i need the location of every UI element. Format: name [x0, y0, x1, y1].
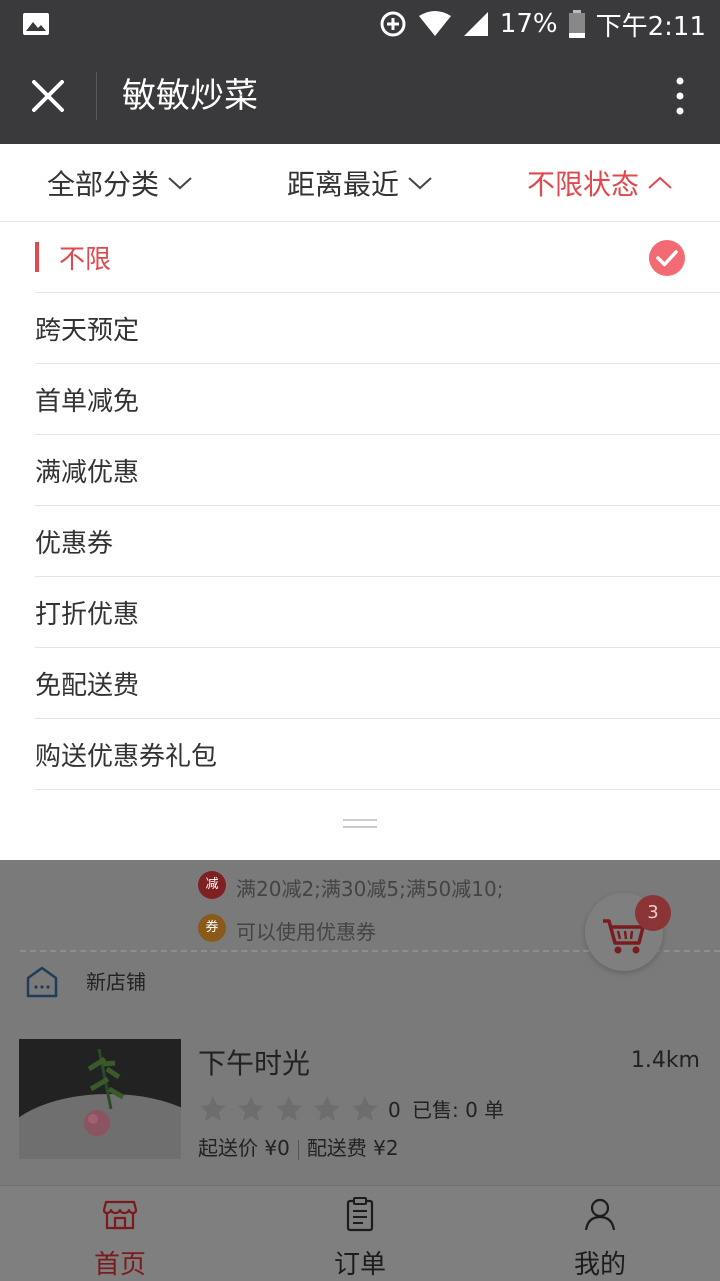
- tab-home-label: 首页: [93, 1250, 146, 1280]
- store-front-icon: [102, 1200, 138, 1230]
- option-full-reduction[interactable]: 满减优惠: [35, 435, 720, 506]
- tab-profile-label: 我的: [573, 1250, 626, 1280]
- option-label: 免配送费: [35, 670, 140, 701]
- rating-stars: [198, 1094, 380, 1124]
- option-first-order-discount[interactable]: 首单减免: [35, 364, 720, 435]
- option-label: 购送优惠券礼包: [35, 741, 218, 772]
- fee-separator: [297, 1139, 299, 1160]
- handle-line: [343, 819, 377, 821]
- option-label: 打折优惠: [35, 599, 140, 630]
- option-label: 满减优惠: [35, 457, 140, 488]
- discount-badge: 减: [198, 871, 226, 899]
- shop-name[interactable]: 下午时光: [198, 1042, 310, 1082]
- chevron-down-icon: [408, 176, 432, 189]
- filter-bar: 全部分类 距离最近 不限状态: [0, 144, 720, 222]
- wifi-icon: [418, 11, 451, 36]
- status-bar: 17% 下午2:11: [0, 0, 720, 48]
- close-icon[interactable]: [28, 76, 68, 116]
- tab-home[interactable]: 首页: [0, 1186, 240, 1281]
- cell-signal-icon: [463, 12, 488, 36]
- star-icon: [314, 1096, 340, 1121]
- dropdown-drag-handle[interactable]: [0, 792, 720, 860]
- option-label: 跨天预定: [35, 315, 140, 346]
- tab-orders[interactable]: 订单: [240, 1186, 480, 1281]
- data-saver-icon: [380, 11, 406, 37]
- nav-bar: 敏敏炒菜: [0, 48, 720, 144]
- coupon-badge: 券: [198, 914, 226, 942]
- shop-image[interactable]: [19, 1039, 181, 1159]
- status-options-list: 不限 跨天预定 首单减免 满减优惠 优惠券 打折优惠 免配送费 购送优惠券礼包: [0, 222, 720, 790]
- star-icon: [352, 1096, 378, 1121]
- option-coupon[interactable]: 优惠券: [35, 506, 720, 577]
- sold-count: 已售: 0 单: [412, 1098, 505, 1122]
- option-label: 不限: [59, 244, 112, 275]
- option-free-delivery[interactable]: 免配送费: [35, 648, 720, 719]
- filter-distance[interactable]: 距离最近: [287, 144, 433, 221]
- store-section-label: 新店铺: [86, 970, 146, 994]
- promo-discount-text: 满20减2;满30减5;满50减10;: [236, 877, 504, 901]
- battery-percent: 17%: [499, 9, 558, 39]
- nav-divider: [96, 72, 97, 120]
- star-icon: [276, 1096, 302, 1121]
- more-icon[interactable]: [670, 76, 690, 116]
- option-label: 首单减免: [35, 386, 140, 417]
- status-bar-right: 17% 下午2:11: [378, 0, 706, 48]
- option-unlimited[interactable]: 不限: [35, 222, 720, 293]
- clock: 下午2:11: [595, 11, 706, 42]
- chevron-down-icon: [168, 176, 192, 189]
- tab-bar: 首页 订单 我的: [0, 1185, 720, 1281]
- filter-category[interactable]: 全部分类: [47, 144, 193, 221]
- filter-status-label: 不限状态: [527, 167, 640, 201]
- battery-icon: [568, 10, 585, 38]
- shop-fees: 起送价 ¥0 配送费 ¥2: [198, 1132, 399, 1161]
- filter-distance-label: 距离最近: [287, 167, 400, 201]
- star-icon: [200, 1096, 226, 1121]
- option-cross-day-booking[interactable]: 跨天预定: [35, 293, 720, 364]
- cart-count-badge: 3: [635, 895, 671, 931]
- rating-score: 0: [388, 1098, 401, 1122]
- tab-profile[interactable]: 我的: [480, 1186, 720, 1281]
- min-order: 起送价 ¥0: [198, 1136, 290, 1160]
- option-label: 优惠券: [35, 528, 114, 559]
- handle-line: [343, 826, 377, 828]
- tab-orders-label: 订单: [333, 1250, 386, 1280]
- shop-photo: [19, 1039, 181, 1159]
- filter-status[interactable]: 不限状态: [527, 144, 673, 221]
- filter-category-label: 全部分类: [47, 167, 160, 201]
- selected-indicator: [35, 242, 39, 272]
- image-notification-icon: [23, 13, 49, 35]
- promo-coupon-text: 可以使用优惠券: [236, 920, 376, 944]
- delivery-fee: 配送费 ¥2: [306, 1136, 399, 1160]
- shop-distance: 1.4km: [630, 1048, 700, 1073]
- user-icon: [584, 1198, 616, 1231]
- option-coupon-gift-pack[interactable]: 购送优惠券礼包: [35, 719, 720, 790]
- store-icon: [26, 966, 58, 998]
- option-discount[interactable]: 打折优惠: [35, 577, 720, 648]
- clipboard-icon: [346, 1197, 374, 1232]
- page-title: 敏敏炒菜: [122, 76, 258, 116]
- star-icon: [238, 1096, 264, 1121]
- chevron-up-icon: [648, 176, 672, 189]
- check-circle-icon: [649, 240, 685, 276]
